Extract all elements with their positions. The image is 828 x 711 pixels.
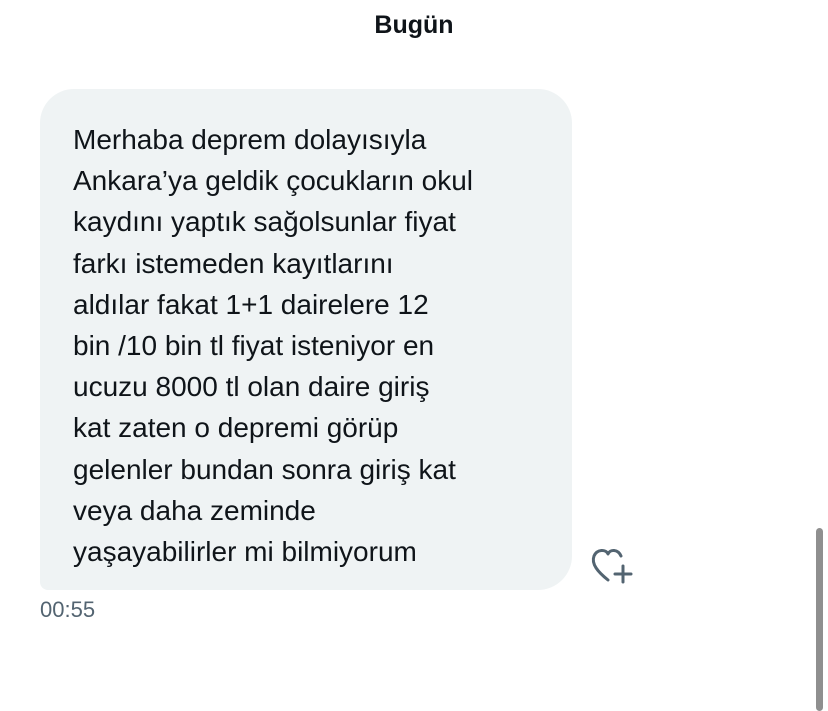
- scrollbar-thumb[interactable]: [816, 528, 823, 711]
- message-timestamp: 00:55: [40, 597, 96, 622]
- add-reaction-button[interactable]: [590, 546, 636, 586]
- message-bubble[interactable]: Merhaba deprem dolayısıyla Ankara’ya gel…: [40, 89, 572, 590]
- heart-plus-icon: [591, 549, 633, 584]
- date-header: Bugün: [374, 11, 454, 39]
- message-text: Merhaba deprem dolayısıyla Ankara’ya gel…: [73, 124, 473, 568]
